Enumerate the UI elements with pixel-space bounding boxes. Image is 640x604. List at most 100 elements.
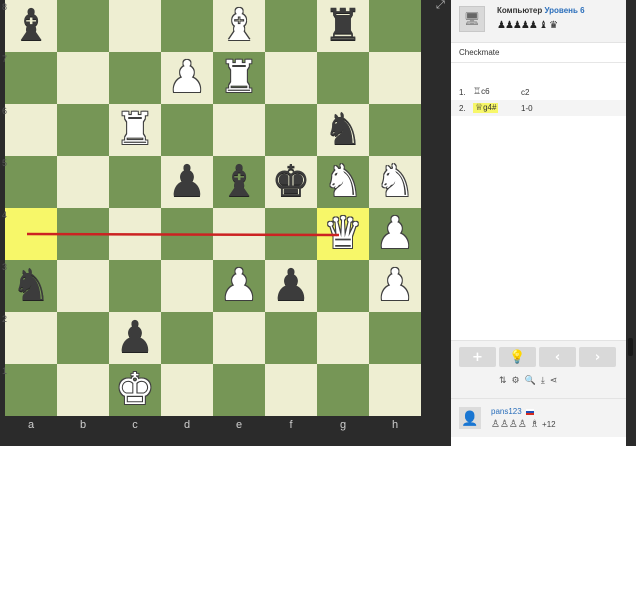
next-button[interactable]: › xyxy=(579,347,616,367)
square-g6[interactable]: ♞ xyxy=(317,104,369,156)
settings-icon[interactable]: ⚙ xyxy=(512,376,520,386)
square-a7[interactable]: 7 xyxy=(2,52,57,104)
analyze-icon[interactable]: 🔍 xyxy=(525,376,536,386)
square-b8[interactable] xyxy=(57,0,109,52)
square-a3[interactable]: 3 ♞ xyxy=(2,260,57,312)
top-player-level[interactable]: Уровень 6 xyxy=(544,6,584,15)
square-a4[interactable]: 4 xyxy=(2,208,57,260)
square-f7[interactable] xyxy=(265,52,317,104)
square-c3[interactable] xyxy=(109,260,161,312)
square-d8[interactable] xyxy=(161,0,213,52)
square-e6[interactable] xyxy=(213,104,265,156)
square-g7[interactable] xyxy=(317,52,369,104)
piece-g5[interactable]: ♞ xyxy=(323,156,362,208)
square-a5[interactable]: 5 xyxy=(2,156,57,208)
square-g5[interactable]: ♞ xyxy=(317,156,369,208)
square-f3[interactable]: ♟ xyxy=(265,260,317,312)
piece-h5[interactable]: ♞ xyxy=(375,156,414,208)
piece-a3[interactable]: ♞ xyxy=(11,260,50,312)
square-d4[interactable] xyxy=(161,208,213,260)
square-h1[interactable] xyxy=(369,364,421,416)
piece-f5[interactable]: ♚ xyxy=(271,156,310,208)
square-b7[interactable] xyxy=(57,52,109,104)
square-c5[interactable] xyxy=(109,156,161,208)
piece-g4[interactable]: ♛ xyxy=(323,208,362,260)
square-a6[interactable]: 6 xyxy=(2,104,57,156)
piece-c2[interactable]: ♟ xyxy=(115,312,154,364)
square-d5[interactable]: ♟ xyxy=(161,156,213,208)
piece-h4[interactable]: ♟ xyxy=(375,208,414,260)
square-a8[interactable]: 8 ♝ xyxy=(2,0,57,52)
square-h5[interactable]: ♞ xyxy=(369,156,421,208)
square-d1[interactable] xyxy=(161,364,213,416)
piece-h3[interactable]: ♟ xyxy=(375,260,414,312)
square-d3[interactable] xyxy=(161,260,213,312)
bottom-player-name[interactable]: pans123 xyxy=(491,407,534,416)
piece-e3[interactable]: ♟ xyxy=(219,260,258,312)
square-h6[interactable] xyxy=(369,104,421,156)
square-f2[interactable] xyxy=(265,312,317,364)
bottom-player-label[interactable]: pans123 xyxy=(491,407,522,416)
square-f5[interactable]: ♚ xyxy=(265,156,317,208)
square-b4[interactable] xyxy=(57,208,109,260)
square-a1[interactable]: 1 xyxy=(2,364,57,416)
white-move[interactable]: ♖c6 xyxy=(473,87,521,97)
piece-c6[interactable]: ♜ xyxy=(115,104,154,156)
chess-board[interactable]: 8 ♝ ♝ ♜ 7 ♟ ♜ 6 ♜ ♞ 5 ♟ ♝ ♚ ♞ ♞ 4 ♛ ♟ 3 ♞ ♟ ♟ ♟ 2 ♟ 1 ♚ xyxy=(2,0,421,416)
square-e4[interactable] xyxy=(213,208,265,260)
square-c1[interactable]: ♚ xyxy=(109,364,161,416)
add-button[interactable]: + xyxy=(459,347,496,367)
square-c7[interactable] xyxy=(109,52,161,104)
square-g8[interactable]: ♜ xyxy=(317,0,369,52)
square-g2[interactable] xyxy=(317,312,369,364)
square-h3[interactable]: ♟ xyxy=(369,260,421,312)
square-h2[interactable] xyxy=(369,312,421,364)
square-c6[interactable]: ♜ xyxy=(109,104,161,156)
prev-button[interactable]: ‹ xyxy=(539,347,576,367)
square-f6[interactable] xyxy=(265,104,317,156)
square-c2[interactable]: ♟ xyxy=(109,312,161,364)
square-f4[interactable] xyxy=(265,208,317,260)
expand-icon[interactable]: ⤢ xyxy=(436,0,448,11)
square-b6[interactable] xyxy=(57,104,109,156)
flip-icon[interactable]: ⇅ xyxy=(499,376,507,386)
share-icon[interactable]: ⋖ xyxy=(550,376,558,386)
top-player-name[interactable]: Компьютер Уровень 6 xyxy=(497,6,585,15)
piece-a8[interactable]: ♝ xyxy=(11,0,50,52)
square-b3[interactable] xyxy=(57,260,109,312)
piece-d5[interactable]: ♟ xyxy=(167,156,206,208)
square-e5[interactable]: ♝ xyxy=(213,156,265,208)
square-d6[interactable] xyxy=(161,104,213,156)
square-e7[interactable]: ♜ xyxy=(213,52,265,104)
square-b1[interactable] xyxy=(57,364,109,416)
square-g3[interactable] xyxy=(317,260,369,312)
piece-e7[interactable]: ♜ xyxy=(219,52,258,104)
piece-f3[interactable]: ♟ xyxy=(271,260,310,312)
square-d2[interactable] xyxy=(161,312,213,364)
piece-c1[interactable]: ♚ xyxy=(115,364,154,416)
black-move[interactable]: 1-0 xyxy=(521,104,533,113)
square-e1[interactable] xyxy=(213,364,265,416)
square-g1[interactable] xyxy=(317,364,369,416)
square-h7[interactable] xyxy=(369,52,421,104)
square-h4[interactable]: ♟ xyxy=(369,208,421,260)
square-g4[interactable]: ♛ xyxy=(317,208,369,260)
square-e3[interactable]: ♟ xyxy=(213,260,265,312)
square-h8[interactable] xyxy=(369,0,421,52)
black-move[interactable]: c2 xyxy=(521,88,529,97)
piece-g6[interactable]: ♞ xyxy=(323,104,362,156)
white-move[interactable]: ♕g4# xyxy=(473,103,521,113)
square-f1[interactable] xyxy=(265,364,317,416)
square-e8[interactable]: ♝ xyxy=(213,0,265,52)
square-b2[interactable] xyxy=(57,312,109,364)
square-e2[interactable] xyxy=(213,312,265,364)
square-c4[interactable] xyxy=(109,208,161,260)
square-f8[interactable] xyxy=(265,0,317,52)
square-b5[interactable] xyxy=(57,156,109,208)
square-a2[interactable]: 2 xyxy=(2,312,57,364)
piece-e5[interactable]: ♝ xyxy=(219,156,258,208)
hint-button[interactable]: 💡 xyxy=(499,347,536,367)
square-d7[interactable]: ♟ xyxy=(161,52,213,104)
scrollbar-thumb[interactable] xyxy=(628,338,633,356)
square-c8[interactable] xyxy=(109,0,161,52)
